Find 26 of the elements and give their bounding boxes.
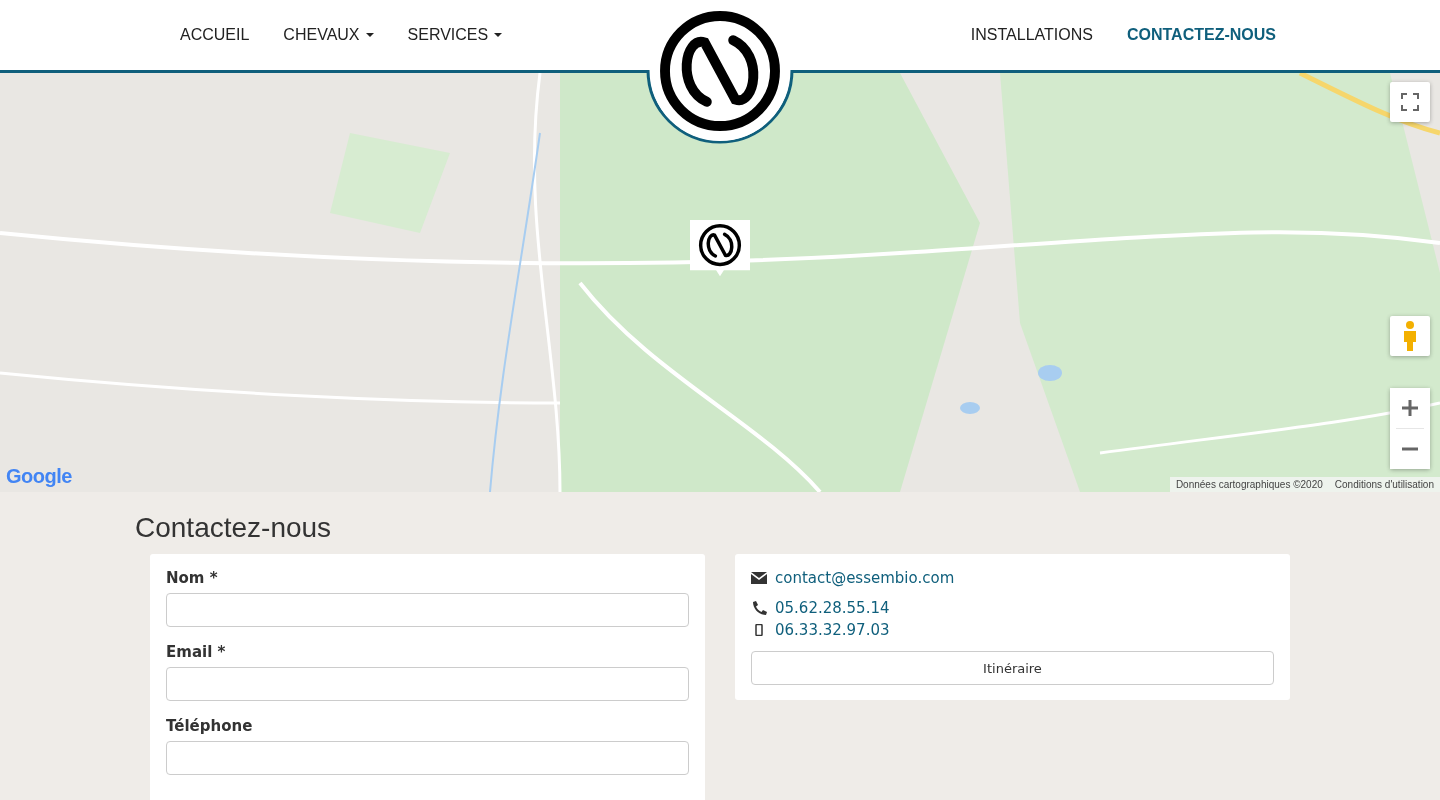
field-label: Email * — [166, 643, 227, 661]
field-label: Téléphone — [166, 717, 254, 735]
plus-icon — [1401, 399, 1419, 417]
nav-link[interactable]: ACCUEIL — [166, 18, 264, 52]
street-view-button[interactable] — [1390, 316, 1430, 356]
nav-link[interactable]: CHEVAUX — [269, 18, 388, 52]
terms-link[interactable]: Conditions d'utilisation — [1334, 479, 1434, 490]
input-field[interactable] — [166, 593, 689, 627]
email-link[interactable]: contact@essembio.com — [775, 569, 955, 587]
envelope-icon — [751, 572, 767, 584]
fullscreen-button[interactable] — [1390, 82, 1430, 122]
minus-icon — [1401, 447, 1419, 451]
page-heading: Contactez-nous — [135, 512, 333, 544]
phone-icon — [751, 601, 767, 615]
nav-link[interactable]: INSTALLATIONS — [956, 18, 1107, 52]
directions-button[interactable]: Itinéraire — [751, 651, 1274, 685]
fullscreen-icon — [1401, 93, 1419, 111]
map-attribution: Données cartographiques ©2020 — [1175, 479, 1323, 490]
phone-link[interactable]: 06.33.32.97.03 — [775, 621, 890, 639]
input-field[interactable] — [166, 741, 689, 775]
input-field[interactable] — [166, 667, 689, 701]
phone-link[interactable]: 05.62.28.55.14 — [775, 599, 890, 617]
nav-link[interactable]: SERVICES — [393, 18, 517, 52]
nav-link[interactable]: CONTACTEZ-NOUS — [1112, 18, 1290, 52]
field-label: Nom * — [166, 569, 219, 587]
zoom-in-button[interactable] — [1390, 388, 1430, 428]
